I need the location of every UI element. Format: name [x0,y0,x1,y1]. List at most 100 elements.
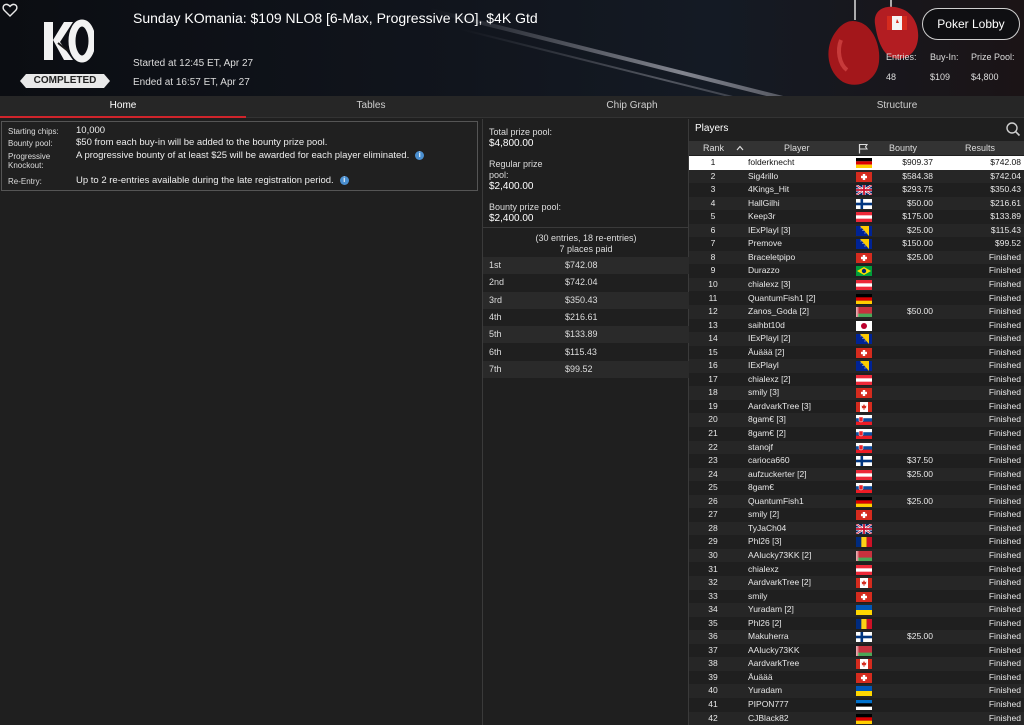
player-rank: 16 [708,360,718,371]
info-icon[interactable]: i [415,150,425,160]
belarus-flag-icon [856,550,872,561]
player-result: Finished [988,590,1021,601]
player-row[interactable]: 4 HallGilhi $50.00 $216.61 [689,196,1024,211]
progressive-knockout-label: Progressive Knockout: [8,152,51,170]
column-player[interactable]: Player [784,141,810,155]
switzerland-flag-icon [856,347,872,358]
player-rank: 24 [708,468,718,479]
player-row[interactable]: 8 Braceletpipo $25.00 Finished [689,250,1024,265]
player-result: Finished [988,400,1021,411]
player-row[interactable]: 34 Yuradam [2] Finished [689,603,1024,617]
player-row[interactable]: 16 IExPlayl Finished [689,359,1024,373]
player-result: Finished [988,387,1021,398]
player-row[interactable]: 37 AAlucky73KK Finished [689,644,1024,658]
boxing-ring-rope [459,28,868,96]
player-row[interactable]: 1 folderknecht $909.37 $742.08 [689,156,1024,170]
column-bounty[interactable]: Bounty [889,141,917,155]
player-row[interactable]: 31 chialexz Finished [689,563,1024,577]
player-row[interactable]: 17 chialexz [2] Finished [689,373,1024,387]
player-rank: 15 [708,346,718,357]
player-row[interactable]: 12 Zanos_Goda [2] $50.00 Finished [689,305,1024,319]
player-row[interactable]: 23 carioca660 $37.50 Finished [689,454,1024,468]
player-bounty: $25.00 [907,631,933,642]
player-row[interactable]: 39 Äuäää Finished [689,671,1024,685]
austria-flag-icon [856,212,872,223]
player-row[interactable]: 14 IExPlayl [2] Finished [689,332,1024,346]
bounty-pool-value: $50 from each buy-in will be added to th… [76,137,328,148]
player-row[interactable]: 5 Keep3r $175.00 $133.89 [689,210,1024,224]
player-name: 8gam€ [3] [748,414,786,425]
column-rank[interactable]: Rank [703,141,724,155]
tab-tables[interactable]: Tables [246,96,496,118]
payout-row: 7th $99.52 [483,360,689,378]
player-row[interactable]: 29 Phl26 [3] Finished [689,535,1024,549]
player-row[interactable]: 26 QuantumFish1 $25.00 Finished [689,494,1024,509]
player-result: Finished [988,306,1021,317]
player-result: Finished [988,373,1021,384]
total-prize-pool: Total prize pool: $4,800.00 [489,127,552,149]
player-name: Äuäää [2] [748,346,785,357]
player-row[interactable]: 32 AardvarkTree [2] Finished [689,576,1024,590]
favorite-heart-icon[interactable] [2,2,18,18]
player-name: Äuäää [748,671,773,682]
player-row[interactable]: 10 chialexz [3] Finished [689,277,1024,292]
player-row[interactable]: 36 Makuherra $25.00 Finished [689,630,1024,644]
player-row[interactable]: 41 PIPON777 Finished [689,698,1024,712]
player-name: chialexz [3] [748,278,791,289]
total-prize-value: $4,800.00 [489,138,534,149]
player-row[interactable]: 30 AAlucky73KK [2] Finished [689,548,1024,563]
player-name: Phl26 [2] [748,617,782,628]
player-row[interactable]: 42 CJBlack82 Finished [689,711,1024,725]
poker-lobby-button[interactable]: Poker Lobby [922,8,1020,40]
player-row[interactable]: 28 TyJaCh04 Finished [689,521,1024,536]
entries-label: Entries: [886,52,917,62]
players-title: Players [695,123,729,134]
player-result: $742.04 [990,170,1021,181]
sort-ascending-icon[interactable] [736,145,744,151]
info-icon[interactable]: i [339,175,349,185]
payout-place: 3rd [489,294,503,305]
bounty-pool-row: Bounty pool: $50 from each buy-in will b… [8,137,477,150]
player-row[interactable]: 38 AardvarkTree Finished [689,657,1024,671]
player-rank: 21 [708,428,718,438]
austria-flag-icon [856,374,872,385]
player-rank: 20 [708,414,718,425]
players-panel: Players Rank Player Bounty Results 1 fold… [689,119,1024,725]
search-icon[interactable] [1005,121,1021,137]
player-name: HallGilhi [748,197,780,208]
player-result: Finished [988,265,1021,276]
flag-column-icon[interactable] [858,143,868,154]
player-row[interactable]: 25 8gam€ Finished [689,481,1024,495]
player-row[interactable]: 9 Durazzo Finished [689,264,1024,278]
player-row[interactable]: 19 AardvarkTree [3] Finished [689,400,1024,414]
tab-chip-graph[interactable]: Chip Graph [510,96,754,118]
player-row[interactable]: 24 aufzuckerter [2] $25.00 Finished [689,467,1024,482]
canada-flag-icon [856,578,872,589]
player-row[interactable]: 22 stanojf Finished [689,440,1024,455]
player-row[interactable]: 6 IExPlayl [3] $25.00 $115.43 [689,223,1024,238]
column-results[interactable]: Results [965,141,995,155]
player-row[interactable]: 27 smily [2] Finished [689,508,1024,522]
total-prize-label: Total prize pool: [489,127,553,137]
player-row[interactable]: 40 Yuradam Finished [689,684,1024,698]
player-rank: 28 [708,522,718,533]
player-row[interactable]: 3 4Kings_Hit $293.75 $350.43 [689,183,1024,197]
player-row[interactable]: 18 smily [3] Finished [689,386,1024,400]
player-row[interactable]: 33 smily Finished [689,590,1024,604]
start-time: Started at 12:45 ET, Apr 27 [133,58,254,69]
regular-prize-value: $2,400.00 [489,181,534,192]
player-row[interactable]: 20 8gam€ [3] Finished [689,413,1024,427]
player-rank: 11 [708,292,718,303]
player-row[interactable]: 13 saihbt10d Finished [689,319,1024,333]
player-row[interactable]: 35 Phl26 [2] Finished [689,617,1024,631]
entries-count: (30 entries, 18 re-entries) [535,233,637,243]
player-row[interactable]: 11 QuantumFish1 [2] Finished [689,292,1024,306]
payout-amount: $133.89 [565,329,598,340]
player-row[interactable]: 21 8gam€ [2] Finished [689,427,1024,441]
player-row[interactable]: 7 Premove $150.00 $99.52 [689,237,1024,251]
reentry-label: Re-Entry: [8,177,42,186]
player-row[interactable]: 2 Sig4rillo $584.38 $742.04 [689,169,1024,184]
tab-home[interactable]: Home [0,96,246,118]
player-row[interactable]: 15 Äuäää [2] Finished [689,346,1024,360]
tab-structure[interactable]: Structure [770,96,1024,118]
